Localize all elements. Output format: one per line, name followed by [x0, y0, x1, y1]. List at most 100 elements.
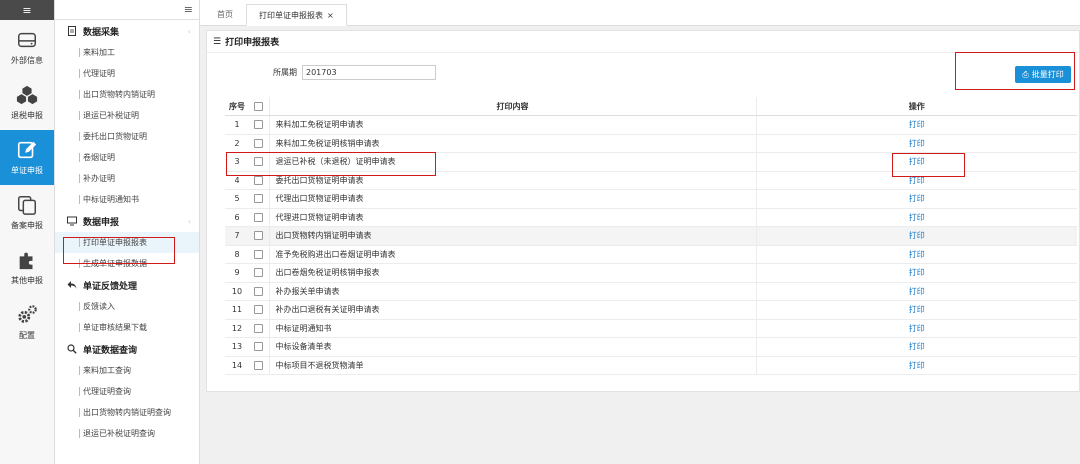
menu-group-data-collection[interactable]: 数据采集 ‹: [55, 20, 199, 42]
panel-header: ☰ 打印申报报表: [207, 31, 1079, 53]
list-icon: ☰: [213, 36, 222, 47]
nav-label: 退税申报: [11, 111, 43, 120]
row-checkbox[interactable]: [254, 157, 264, 167]
row-checkbox[interactable]: [254, 268, 264, 278]
print-link[interactable]: 打印: [909, 213, 925, 222]
menu-item[interactable]: 卷烟证明: [55, 147, 199, 168]
menu-item[interactable]: 来料加工查询: [55, 360, 199, 381]
print-link[interactable]: 打印: [909, 157, 925, 166]
secondary-menu: ≡ 数据采集 ‹ 来料加工 代理证明 出口货物转内销证明 退运已补税证明 委托出…: [55, 0, 200, 464]
menu-item[interactable]: 中标证明通知书: [55, 189, 199, 210]
cubes-icon: [16, 85, 38, 105]
row-number: 11: [225, 300, 249, 320]
menu-item[interactable]: 委托出口货物证明: [55, 126, 199, 147]
row-checkbox[interactable]: [254, 305, 264, 315]
header-checkbox-cell: [249, 97, 270, 116]
menu-item[interactable]: 出口货物转内销证明: [55, 84, 199, 105]
menu-item-print-report[interactable]: 打印单证申报报表: [55, 232, 199, 253]
row-checkbox[interactable]: [254, 194, 264, 204]
menu-collapse-button[interactable]: ≡: [55, 0, 199, 20]
row-checkbox[interactable]: [254, 138, 264, 148]
close-icon[interactable]: ×: [327, 11, 334, 20]
menu-item[interactable]: 退运已补税证明查询: [55, 423, 199, 444]
row-checkbox[interactable]: [254, 360, 264, 370]
row-number: 8: [225, 245, 249, 264]
batch-print-button[interactable]: ⎙ 批量打印: [1015, 66, 1071, 83]
table-row: 11 补办出口退税有关证明申请表 打印: [225, 300, 1077, 320]
menu-group-title: 数据采集: [83, 27, 120, 38]
table-row: 9 出口卷烟免税证明核销申报表 打印: [225, 263, 1077, 283]
menu-item[interactable]: 补办证明: [55, 168, 199, 189]
print-link[interactable]: 打印: [909, 120, 925, 129]
row-content: 中标设备清单表: [269, 337, 757, 357]
print-link[interactable]: 打印: [909, 342, 925, 351]
menu-item[interactable]: 代理证明查询: [55, 381, 199, 402]
row-checkbox[interactable]: [254, 286, 264, 296]
table-row: 10 补办报关单申请表 打印: [225, 282, 1077, 301]
print-link[interactable]: 打印: [909, 287, 925, 296]
table-row: 7 出口货物转内销证明申请表 打印: [225, 226, 1077, 246]
print-link[interactable]: 打印: [909, 305, 925, 314]
print-link[interactable]: 打印: [909, 139, 925, 148]
row-number: 7: [225, 226, 249, 246]
row-checkbox-cell: [249, 152, 270, 172]
row-op-cell: 打印: [756, 189, 1077, 209]
row-number: 12: [225, 319, 249, 338]
row-number: 9: [225, 263, 249, 283]
row-checkbox[interactable]: [254, 175, 264, 185]
menu-item[interactable]: 生成单证申报数据: [55, 253, 199, 274]
print-link[interactable]: 打印: [909, 176, 925, 185]
row-checkbox-cell: [249, 115, 270, 135]
menu-item[interactable]: 退运已补税证明: [55, 105, 199, 126]
row-op-cell: 打印: [756, 300, 1077, 320]
row-checkbox-cell: [249, 245, 270, 264]
nav-label: 其他申报: [11, 276, 43, 285]
nav-other-declare[interactable]: 其他申报: [0, 240, 54, 295]
print-link[interactable]: 打印: [909, 361, 925, 370]
menu-group-title: 数据申报: [83, 217, 120, 228]
nav-external-info[interactable]: 外部信息: [0, 20, 54, 75]
row-op-cell: 打印: [756, 245, 1077, 264]
table-row: 2 来料加工免税证明核销申请表 打印: [225, 134, 1077, 153]
menu-toggle-button[interactable]: ≡: [0, 0, 54, 20]
puzzle-icon: [19, 252, 33, 270]
tab-label: 打印单证申报报表: [259, 10, 323, 20]
menu-item[interactable]: 来料加工: [55, 42, 199, 63]
row-content: 出口货物转内销证明申请表: [269, 226, 757, 246]
tab-print-report[interactable]: 打印单证申报报表 ×: [246, 4, 347, 26]
row-checkbox[interactable]: [254, 249, 264, 259]
row-op-cell: 打印: [756, 356, 1077, 375]
menu-item[interactable]: 出口货物转内销证明查询: [55, 402, 199, 423]
row-checkbox[interactable]: [254, 342, 264, 352]
nav-tax-refund[interactable]: 退税申报: [0, 75, 54, 130]
print-link[interactable]: 打印: [909, 231, 925, 240]
row-number: 6: [225, 208, 249, 227]
menu-group-data-declare[interactable]: 数据申报 ‹: [55, 210, 199, 232]
row-checkbox[interactable]: [254, 120, 264, 130]
row-number: 4: [225, 171, 249, 190]
nav-document-declare[interactable]: 单证申报: [0, 130, 54, 185]
row-checkbox[interactable]: [254, 231, 264, 241]
row-checkbox-cell: [249, 171, 270, 190]
select-all-checkbox[interactable]: [254, 101, 264, 111]
table-row: 12 中标证明通知书 打印: [225, 319, 1077, 338]
menu-group-feedback[interactable]: 单证反馈处理: [55, 274, 199, 296]
tab-home[interactable]: 首页: [204, 3, 246, 25]
period-input[interactable]: [302, 65, 436, 80]
print-link[interactable]: 打印: [909, 268, 925, 277]
row-op-cell: 打印: [756, 171, 1077, 190]
row-content: 委托出口货物证明申请表: [269, 171, 757, 190]
nav-config[interactable]: 配置: [0, 295, 54, 350]
print-link[interactable]: 打印: [909, 250, 925, 259]
nav-record-declare[interactable]: 备案申报: [0, 185, 54, 240]
row-checkbox[interactable]: [254, 323, 264, 333]
print-link[interactable]: 打印: [909, 324, 925, 333]
copy-icon: [18, 196, 36, 215]
menu-item[interactable]: 代理证明: [55, 63, 199, 84]
nav-label: 外部信息: [11, 56, 43, 65]
menu-item[interactable]: 单证审核结果下载: [55, 317, 199, 338]
print-link[interactable]: 打印: [909, 194, 925, 203]
menu-group-query[interactable]: 单证数据查询: [55, 338, 199, 360]
menu-item[interactable]: 反馈读入: [55, 296, 199, 317]
row-checkbox[interactable]: [254, 212, 264, 222]
